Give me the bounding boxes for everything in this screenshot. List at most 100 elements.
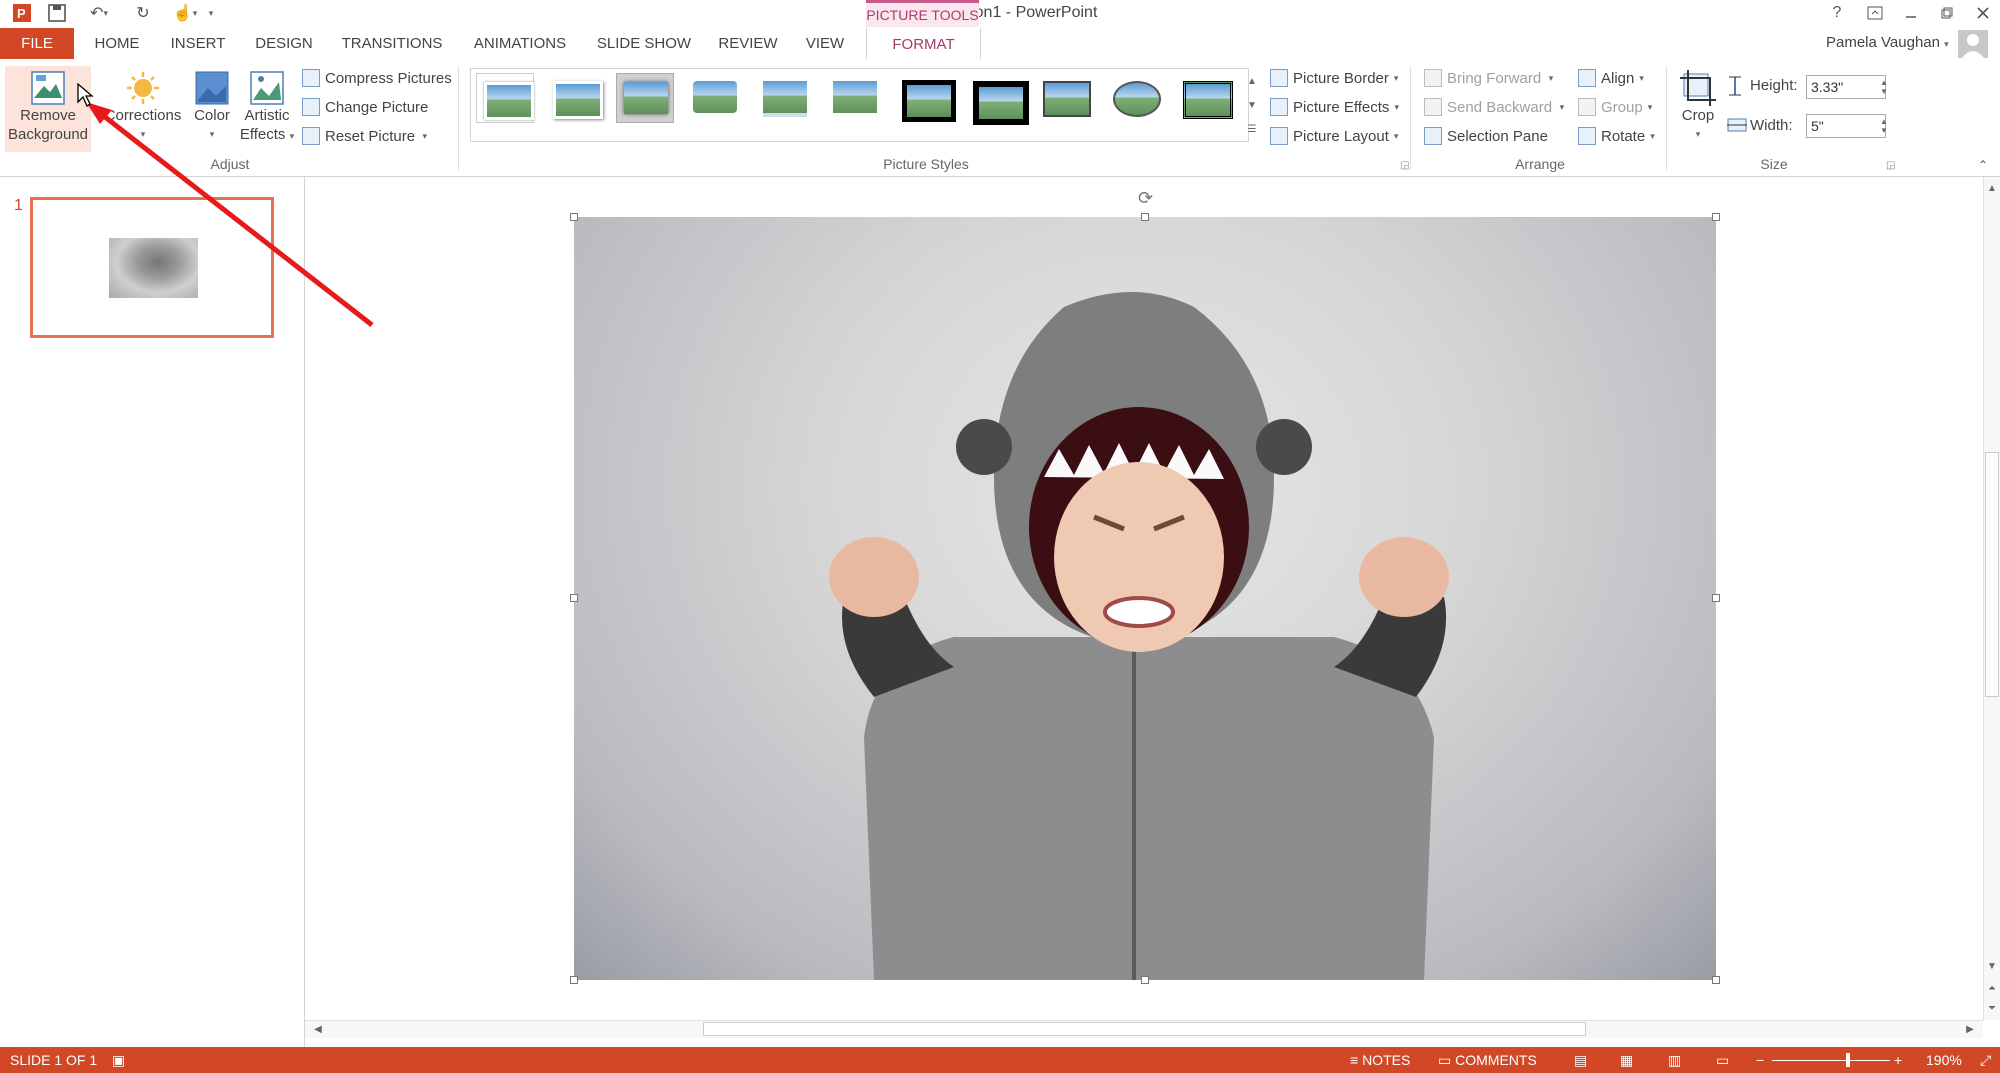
picture-layout-icon xyxy=(1270,127,1288,145)
picture-style-thumb[interactable] xyxy=(826,73,884,123)
previous-slide-icon[interactable]: ⏶ xyxy=(1984,980,2000,996)
compress-pictures-button[interactable]: Compress Pictures xyxy=(302,66,452,90)
remove-background-button[interactable]: Remove Background xyxy=(5,66,91,152)
picture-style-thumb[interactable] xyxy=(1036,73,1094,123)
minimize-icon[interactable] xyxy=(1894,2,1928,24)
tab-animations[interactable]: ANIMATIONS xyxy=(466,28,574,59)
selected-picture[interactable] xyxy=(574,217,1716,980)
resize-handle[interactable] xyxy=(570,594,578,602)
gallery-down-icon[interactable]: ▼ xyxy=(1244,94,1260,116)
send-backward-button[interactable]: Send Backward ▾ xyxy=(1424,95,1564,119)
reset-picture-button[interactable]: Reset Picture ▾ xyxy=(302,124,427,148)
height-stepper[interactable]: ▲ ▼ xyxy=(1876,75,1892,99)
vertical-scroll-thumb[interactable] xyxy=(1985,452,1999,697)
picture-style-thumb[interactable] xyxy=(756,73,814,123)
picture-style-thumb[interactable] xyxy=(1176,73,1234,123)
slide-show-icon[interactable]: ▭ xyxy=(1716,1052,1729,1069)
slide-sorter-icon[interactable]: ▦ xyxy=(1620,1052,1633,1069)
picture-border-button[interactable]: Picture Border ▾ xyxy=(1270,66,1398,90)
restore-icon[interactable] xyxy=(1930,2,1964,24)
scroll-right-icon[interactable]: ▶ xyxy=(1962,1021,1978,1037)
scroll-left-icon[interactable]: ◀ xyxy=(310,1021,326,1037)
tab-format[interactable]: FORMAT xyxy=(866,28,981,60)
width-value: 5" xyxy=(1811,118,1824,134)
tab-review[interactable]: REVIEW xyxy=(714,28,782,59)
rotate-button[interactable]: Rotate ▾ xyxy=(1578,124,1655,148)
avatar[interactable] xyxy=(1958,30,1988,58)
zoom-slider-thumb[interactable] xyxy=(1846,1053,1850,1067)
reading-view-icon[interactable]: ▥ xyxy=(1668,1052,1681,1069)
resize-handle[interactable] xyxy=(570,976,578,984)
user-name[interactable]: Pamela Vaughan ▾ xyxy=(1826,34,1949,51)
picture-style-thumb[interactable] xyxy=(476,73,534,123)
crop-label: Crop xyxy=(1681,107,1715,124)
tab-file[interactable]: FILE xyxy=(0,28,74,59)
dialog-launcher-icon[interactable]: ◲ xyxy=(1886,160,1895,171)
help-button[interactable]: ? xyxy=(1820,2,1854,24)
remove-background-icon xyxy=(30,70,66,106)
artistic-effects-button[interactable]: Artistic Effects ▾ xyxy=(238,66,296,146)
bring-forward-button[interactable]: Bring Forward ▾ xyxy=(1424,66,1553,90)
resize-handle[interactable] xyxy=(1141,213,1149,221)
zoom-slider[interactable] xyxy=(1772,1060,1890,1061)
zoom-level[interactable]: 190% xyxy=(1926,1052,1962,1068)
resize-handle[interactable] xyxy=(1712,594,1720,602)
scroll-down-icon[interactable]: ▼ xyxy=(1984,958,2000,974)
resize-handle[interactable] xyxy=(1141,976,1149,984)
tab-design[interactable]: DESIGN xyxy=(250,28,318,59)
notes-button[interactable]: ≡ NOTES xyxy=(1350,1052,1410,1068)
width-icon xyxy=(1726,116,1747,134)
picture-border-label: Picture Border xyxy=(1293,69,1389,87)
horizontal-scroll-thumb[interactable] xyxy=(703,1022,1586,1036)
picture-style-thumb[interactable] xyxy=(546,73,604,123)
ribbon-display-options-icon[interactable] xyxy=(1858,2,1892,24)
color-button[interactable]: Color ▾ xyxy=(186,66,238,144)
picture-layout-label: Picture Layout xyxy=(1293,127,1389,145)
mouse-cursor-icon xyxy=(77,82,94,107)
fit-slide-icon[interactable]: ⤢ xyxy=(1980,1052,1991,1069)
picture-border-icon xyxy=(1270,69,1288,87)
group-button[interactable]: Group ▾ xyxy=(1578,95,1652,119)
corrections-button[interactable]: Corrections ▾ xyxy=(104,66,182,144)
close-icon[interactable] xyxy=(1966,2,2000,24)
picture-styles-group-label: Picture Styles xyxy=(883,156,969,172)
tab-view[interactable]: VIEW xyxy=(798,28,852,59)
dialog-launcher-icon[interactable]: ◲ xyxy=(1400,160,1409,171)
gallery-more-icon[interactable]: ☰ xyxy=(1244,118,1260,140)
change-picture-label: Change Picture xyxy=(325,98,429,116)
size-group-label: Size xyxy=(1760,156,1788,172)
resize-handle[interactable] xyxy=(1712,976,1720,984)
tab-slide-show[interactable]: SLIDE SHOW xyxy=(592,28,696,59)
gallery-up-icon[interactable]: ▲ xyxy=(1244,70,1260,92)
align-button[interactable]: Align ▾ xyxy=(1578,66,1644,90)
width-stepper[interactable]: ▲ ▼ xyxy=(1876,114,1892,138)
resize-handle[interactable] xyxy=(1712,213,1720,221)
tab-home[interactable]: HOME xyxy=(88,28,146,59)
tab-transitions[interactable]: TRANSITIONS xyxy=(336,28,448,59)
picture-effects-button[interactable]: Picture Effects ▾ xyxy=(1270,95,1399,119)
zoom-in-icon[interactable]: + xyxy=(1894,1052,1902,1068)
selection-pane-button[interactable]: Selection Pane xyxy=(1424,124,1548,148)
picture-style-thumb[interactable] xyxy=(686,73,744,123)
resize-handle[interactable] xyxy=(570,213,578,221)
picture-style-thumb[interactable] xyxy=(1106,73,1164,123)
next-slide-icon[interactable]: ⏷ xyxy=(1984,1000,2000,1016)
picture-style-thumb[interactable] xyxy=(966,73,1029,125)
normal-view-icon[interactable]: ▤ xyxy=(1574,1052,1587,1069)
change-picture-button[interactable]: Change Picture xyxy=(302,95,428,119)
collapse-ribbon-icon[interactable]: ⌃ xyxy=(1978,158,1988,172)
picture-style-thumb[interactable] xyxy=(896,73,956,123)
scroll-up-icon[interactable]: ▲ xyxy=(1984,180,2000,196)
width-field[interactable]: 5" xyxy=(1806,114,1886,138)
picture-style-thumb[interactable] xyxy=(616,73,674,123)
zoom-out-icon[interactable]: − xyxy=(1756,1052,1764,1068)
crop-button[interactable]: Crop ▾ xyxy=(1676,66,1720,144)
height-field[interactable]: 3.33" xyxy=(1806,75,1886,99)
rotate-handle-icon[interactable]: ⟳ xyxy=(1138,188,1153,209)
tab-insert[interactable]: INSERT xyxy=(164,28,232,59)
picture-layout-button[interactable]: Picture Layout ▾ xyxy=(1270,124,1398,148)
spell-check-icon[interactable]: ▣ xyxy=(112,1052,125,1069)
arrange-group-label: Arrange xyxy=(1515,156,1565,172)
color-icon xyxy=(194,70,230,106)
comments-button[interactable]: ▭ COMMENTS xyxy=(1438,1052,1537,1069)
